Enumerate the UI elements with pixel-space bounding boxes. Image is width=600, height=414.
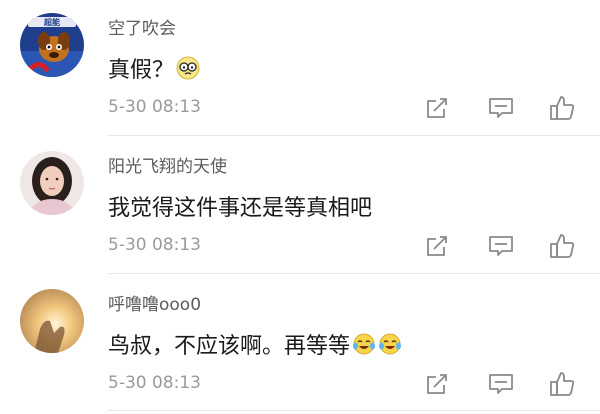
repost-icon (427, 236, 447, 256)
comment-text-body: 我觉得这件事还是等真相吧 (108, 196, 373, 221)
divider (108, 135, 600, 136)
comment-button[interactable] (487, 232, 515, 260)
thumb-up-icon (550, 96, 575, 120)
comment-text-body: 真假？ (108, 58, 175, 83)
laughing-tears-emoji-icon (379, 333, 402, 355)
avatar[interactable] (20, 151, 84, 215)
thumb-up-icon (550, 372, 575, 396)
username[interactable]: 呼噜噜ooo0 (108, 290, 201, 315)
comment-item: 超能 空了吹会 真假？ 5-30 08:13 (0, 0, 600, 138)
divider (108, 410, 600, 411)
avatar[interactable] (20, 289, 84, 353)
timestamp: 5-30 08:13 (108, 373, 201, 393)
thumb-up-icon (550, 234, 575, 258)
comment-icon (489, 98, 513, 118)
repost-button[interactable] (423, 370, 451, 398)
comment-button[interactable] (487, 370, 515, 398)
username[interactable]: 空了吹会 (108, 14, 176, 39)
comment-text: 真假？ (108, 52, 200, 84)
repost-icon (427, 374, 447, 394)
avatar[interactable]: 超能 (20, 13, 84, 77)
timestamp: 5-30 08:13 (108, 235, 201, 255)
comment-icon (489, 374, 513, 394)
comment-icon (489, 236, 513, 256)
comment-text: 鸟叔，不应该啊。再等等 (108, 328, 402, 360)
repost-icon (427, 98, 447, 118)
username[interactable]: 阳光飞翔的天使 (108, 152, 227, 177)
like-button[interactable] (548, 94, 576, 122)
like-button[interactable] (548, 370, 576, 398)
repost-button[interactable] (423, 94, 451, 122)
comment-item: 呼噜噜ooo0 鸟叔，不应该啊。再等等 5-30 08:13 (0, 276, 600, 414)
divider (108, 273, 600, 274)
comment-button[interactable] (487, 94, 515, 122)
cartoon-dog-avatar-image: 超能 (20, 13, 84, 77)
glasses-face-emoji-icon (176, 56, 200, 80)
repost-button[interactable] (423, 232, 451, 260)
laughing-tears-emoji-icon (353, 333, 376, 355)
comment-item: 阳光飞翔的天使 我觉得这件事还是等真相吧 5-30 08:13 (0, 138, 600, 276)
timestamp: 5-30 08:13 (108, 97, 201, 117)
comment-text-body: 鸟叔，不应该啊。再等等 (108, 334, 351, 359)
like-button[interactable] (548, 232, 576, 260)
girl-photo-avatar-image (20, 151, 84, 215)
comment-text: 我觉得这件事还是等真相吧 (108, 190, 372, 222)
sunset-hand-avatar-image (20, 289, 84, 353)
svg-text:超能: 超能 (43, 17, 60, 27)
